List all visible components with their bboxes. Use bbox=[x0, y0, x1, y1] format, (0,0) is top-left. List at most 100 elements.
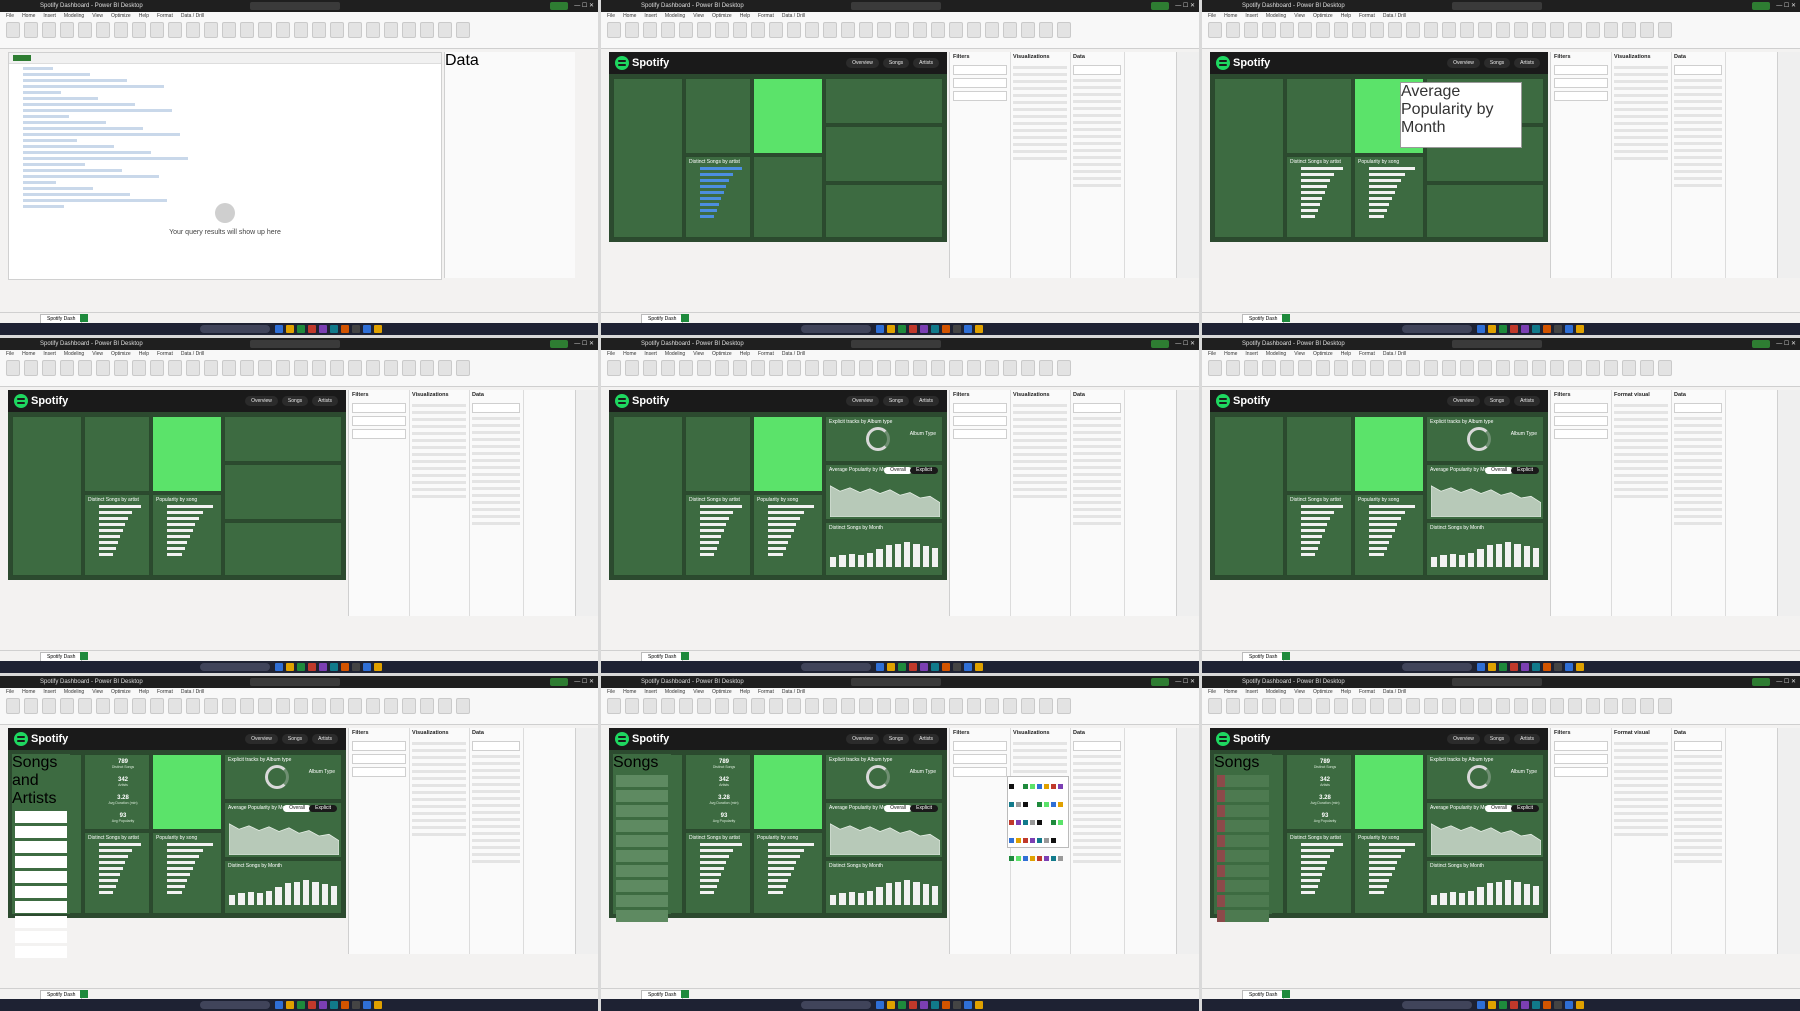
ribbon-tab[interactable]: Format bbox=[758, 689, 774, 695]
ribbon-tool-icon[interactable] bbox=[6, 698, 20, 714]
taskbar-app-icon[interactable] bbox=[920, 663, 928, 671]
ribbon-tool-icon[interactable] bbox=[913, 698, 927, 714]
filter-well[interactable] bbox=[953, 65, 1007, 75]
taskbar-app-icon[interactable] bbox=[1521, 663, 1529, 671]
ribbon-tool-icon[interactable] bbox=[769, 360, 783, 376]
format-option[interactable] bbox=[1614, 453, 1668, 456]
format-option[interactable] bbox=[1013, 115, 1067, 118]
field-item[interactable] bbox=[1073, 846, 1121, 849]
format-option[interactable] bbox=[1013, 432, 1067, 435]
taskbar-app-icon[interactable] bbox=[308, 1001, 316, 1009]
ribbon-tool-icon[interactable] bbox=[276, 22, 290, 38]
format-option[interactable] bbox=[412, 763, 466, 766]
ribbon-tool-icon[interactable] bbox=[1460, 698, 1474, 714]
format-option[interactable] bbox=[1614, 66, 1668, 69]
format-option[interactable] bbox=[1013, 101, 1067, 104]
ribbon-tool-icon[interactable] bbox=[1208, 360, 1222, 376]
filter-well[interactable] bbox=[352, 416, 406, 426]
ribbon-tool-icon[interactable] bbox=[204, 698, 218, 714]
ribbon-tool-icon[interactable] bbox=[1550, 360, 1564, 376]
add-page-button[interactable] bbox=[1282, 990, 1290, 998]
data-search-input[interactable] bbox=[1674, 741, 1722, 751]
ribbon-tool-icon[interactable] bbox=[258, 360, 272, 376]
taskbar-app-icon[interactable] bbox=[942, 325, 950, 333]
ribbon-tool-icon[interactable] bbox=[1478, 22, 1492, 38]
ribbon-tab[interactable]: View bbox=[693, 351, 704, 357]
ribbon-tool-icon[interactable] bbox=[186, 360, 200, 376]
ribbon-tool-icon[interactable] bbox=[312, 22, 326, 38]
ribbon-tool-icon[interactable] bbox=[841, 360, 855, 376]
field-item[interactable] bbox=[1674, 480, 1722, 483]
taskbar-app-icon[interactable] bbox=[319, 663, 327, 671]
taskbar-search[interactable] bbox=[801, 663, 871, 671]
window-controls[interactable]: — ☐ ✕ bbox=[1173, 676, 1195, 688]
color-swatch[interactable] bbox=[1037, 856, 1042, 861]
ribbon-tool-icon[interactable] bbox=[1424, 360, 1438, 376]
search-box[interactable] bbox=[851, 678, 941, 686]
add-page-button[interactable] bbox=[1282, 652, 1290, 660]
filter-well[interactable] bbox=[953, 403, 1007, 413]
ribbon-tool-icon[interactable] bbox=[697, 698, 711, 714]
field-item[interactable] bbox=[472, 473, 520, 476]
format-option[interactable] bbox=[1013, 143, 1067, 146]
field-item[interactable] bbox=[472, 853, 520, 856]
taskbar-app-icon[interactable] bbox=[964, 1001, 972, 1009]
format-option[interactable] bbox=[1013, 129, 1067, 132]
field-item[interactable] bbox=[1674, 839, 1722, 842]
field-item[interactable] bbox=[472, 790, 520, 793]
field-item[interactable] bbox=[1674, 121, 1722, 124]
field-item[interactable] bbox=[1674, 522, 1722, 525]
list-item[interactable] bbox=[1217, 865, 1269, 877]
color-swatch[interactable] bbox=[1023, 784, 1028, 789]
ribbon-tool-icon[interactable] bbox=[96, 360, 110, 376]
slicer-button[interactable]: Explicit bbox=[1511, 805, 1539, 812]
ribbon-tool-icon[interactable] bbox=[1460, 360, 1474, 376]
ribbon-tool-icon[interactable] bbox=[679, 360, 693, 376]
format-option[interactable] bbox=[1013, 770, 1067, 773]
color-swatch[interactable] bbox=[1058, 802, 1063, 807]
nav-button[interactable]: Songs bbox=[1483, 58, 1511, 68]
code-line[interactable] bbox=[23, 103, 135, 106]
slicer-button[interactable]: Explicit bbox=[309, 805, 337, 812]
ribbon-tool-icon[interactable] bbox=[1478, 698, 1492, 714]
format-option[interactable] bbox=[1013, 150, 1067, 153]
taskbar-app-icon[interactable] bbox=[1576, 1001, 1584, 1009]
ribbon-tab[interactable]: File bbox=[6, 351, 14, 357]
taskbar-search[interactable] bbox=[200, 663, 270, 671]
field-item[interactable] bbox=[472, 508, 520, 511]
taskbar-app-icon[interactable] bbox=[942, 1001, 950, 1009]
ribbon-tab[interactable]: Optimize bbox=[1313, 689, 1333, 695]
run-button[interactable] bbox=[13, 55, 31, 61]
taskbar-app-icon[interactable] bbox=[1543, 663, 1551, 671]
ribbon-tab[interactable]: Data / Drill bbox=[181, 689, 204, 695]
color-swatch[interactable] bbox=[1051, 856, 1056, 861]
taskbar-app-icon[interactable] bbox=[1576, 325, 1584, 333]
color-swatch[interactable] bbox=[1030, 856, 1035, 861]
ribbon-tool-icon[interactable] bbox=[1262, 360, 1276, 376]
ribbon-tool-icon[interactable] bbox=[330, 698, 344, 714]
search-box[interactable] bbox=[250, 340, 340, 348]
ribbon-tool-icon[interactable] bbox=[985, 22, 999, 38]
field-item[interactable] bbox=[1073, 121, 1121, 124]
ribbon-tool-icon[interactable] bbox=[1406, 22, 1420, 38]
ribbon-tool-icon[interactable] bbox=[1406, 698, 1420, 714]
format-option[interactable] bbox=[412, 439, 466, 442]
ribbon-tool-icon[interactable] bbox=[679, 698, 693, 714]
ribbon-tool-icon[interactable] bbox=[1003, 360, 1017, 376]
format-option[interactable] bbox=[1614, 115, 1668, 118]
ribbon-tool-icon[interactable] bbox=[841, 698, 855, 714]
field-item[interactable] bbox=[472, 466, 520, 469]
publish-button[interactable] bbox=[1151, 340, 1169, 348]
field-item[interactable] bbox=[1073, 522, 1121, 525]
format-option[interactable] bbox=[1614, 411, 1668, 414]
ribbon-tool-icon[interactable] bbox=[96, 698, 110, 714]
format-option[interactable] bbox=[1614, 791, 1668, 794]
ribbon-tab[interactable]: Home bbox=[623, 351, 636, 357]
field-item[interactable] bbox=[1674, 184, 1722, 187]
data-search-input[interactable] bbox=[472, 741, 520, 751]
field-item[interactable] bbox=[1073, 755, 1121, 758]
field-item[interactable] bbox=[1073, 825, 1121, 828]
taskbar-app-icon[interactable] bbox=[898, 1001, 906, 1009]
field-item[interactable] bbox=[1073, 508, 1121, 511]
ribbon-tool-icon[interactable] bbox=[1352, 698, 1366, 714]
